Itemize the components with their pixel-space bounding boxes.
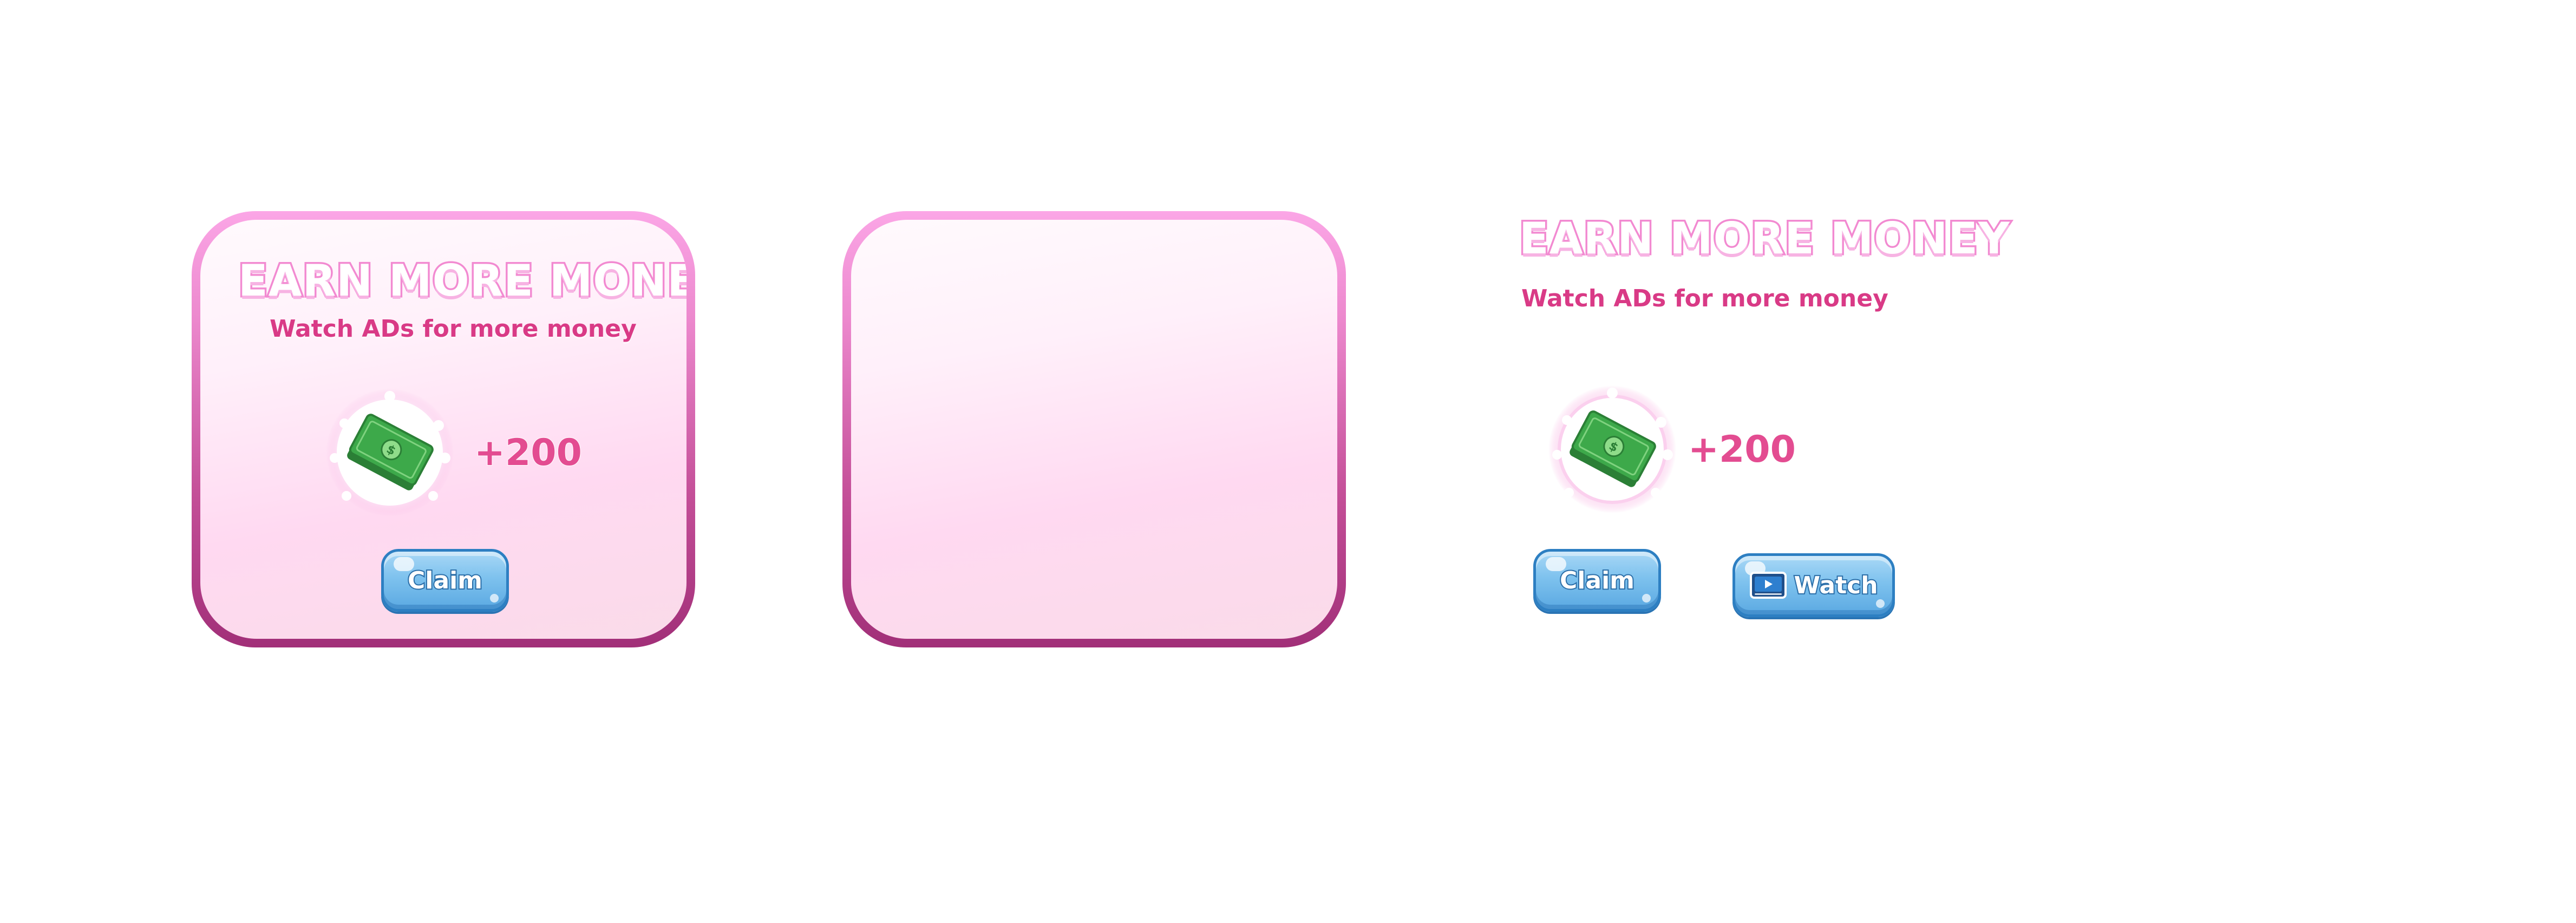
reward-display: $ +200 bbox=[325, 388, 583, 518]
empty-popup-frame bbox=[842, 211, 1346, 647]
earn-money-popup: EARN MORE MONEY Watch ADs for more money bbox=[192, 211, 695, 647]
asset-subtitle: Watch ADs for more money bbox=[1521, 285, 1888, 312]
popup-subtitle: Watch ADs for more money bbox=[270, 315, 637, 343]
claim-button[interactable]: Claim bbox=[381, 549, 509, 612]
video-ad-icon bbox=[1749, 571, 1787, 599]
empty-popup-frame-body bbox=[851, 220, 1337, 639]
asset-reward-display: $ +200 bbox=[1547, 384, 1796, 514]
earn-money-popup-body: EARN MORE MONEY Watch ADs for more money bbox=[200, 220, 687, 639]
reward-amount: +200 bbox=[474, 431, 583, 475]
watch-button-label: Watch bbox=[1793, 571, 1879, 600]
cash-bill-icon: $ bbox=[1547, 384, 1677, 514]
cash-bill-icon: $ bbox=[325, 388, 455, 518]
asset-claim-button-label: Claim bbox=[1559, 566, 1636, 595]
asset-title: EARN MORE MONEY bbox=[1518, 212, 2012, 266]
claim-button-label: Claim bbox=[407, 566, 483, 595]
asset-claim-button[interactable]: Claim bbox=[1533, 549, 1661, 612]
popup-title: EARN MORE MONEY bbox=[237, 254, 687, 308]
watch-ad-button[interactable]: Watch bbox=[1732, 553, 1895, 617]
asset-reward-amount: +200 bbox=[1688, 428, 1796, 472]
